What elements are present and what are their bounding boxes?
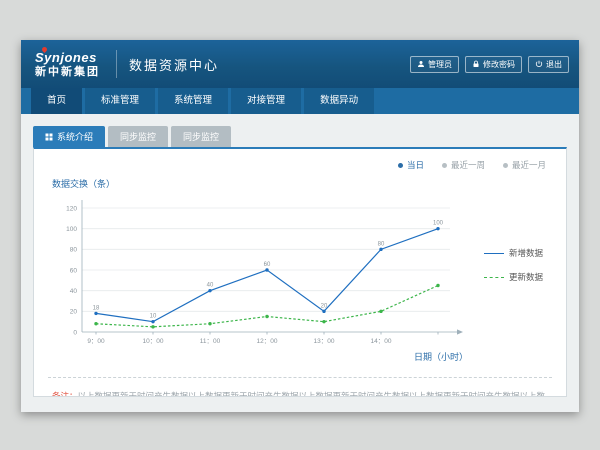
svg-text:40: 40 — [70, 288, 78, 295]
nav-item-connect-mgmt[interactable]: 对接管理 — [231, 88, 301, 114]
nav-item-standard-mgmt[interactable]: 标准管理 — [85, 88, 155, 114]
period-filter-legend: 当日 最近一周 最近一月 — [398, 159, 546, 171]
chart-row: 0 20 40 60 80 100 120 9：00 10：00 11：00 12：00 13：00 1… — [48, 192, 552, 362]
svg-text:10：00: 10：00 — [143, 338, 164, 345]
chart-panel: 当日 最近一周 最近一月 数据交换（条） 0 20 40 60 80 100 120 9：00… — [33, 147, 567, 397]
user-label: 管理员 — [428, 59, 452, 70]
header-actions: 管理员 修改密码 退出 — [410, 56, 569, 73]
content-area: 系统介绍 同步监控 同步监控 当日 最近一周 — [21, 114, 579, 397]
series-label: 更新数据 — [509, 271, 543, 283]
filter-label: 最近一周 — [451, 159, 485, 171]
tab-label: 同步监控 — [120, 130, 156, 143]
series-legend: 新增数据 更新数据 — [484, 247, 543, 283]
dot-icon — [398, 163, 403, 168]
line-chart: 0 20 40 60 80 100 120 9：00 10：00 11：00 12：00 13：00 1… — [48, 192, 476, 362]
user-button[interactable]: 管理员 — [410, 56, 459, 73]
filter-last-week[interactable]: 最近一周 — [442, 159, 485, 171]
nav-item-data-change[interactable]: 数据异动 — [304, 88, 374, 114]
svg-text:80: 80 — [70, 247, 78, 254]
footnote: 备注：以上数据更新于时间产生数据以上数据更新于时间产生数据以上数据更新于时间产生… — [48, 378, 552, 397]
legend-new-data: 新增数据 — [484, 247, 543, 259]
filter-today[interactable]: 当日 — [398, 159, 424, 171]
tab-label: 同步监控 — [183, 130, 219, 143]
filter-label: 最近一月 — [512, 159, 546, 171]
logout-icon — [535, 60, 543, 68]
app-header: Synjones 新中新集团 数据资源中心 管理员 修改密码 退出 — [21, 40, 579, 88]
y-axis-title: 数据交换（条） — [52, 177, 552, 190]
tab-system-intro[interactable]: 系统介绍 — [33, 126, 105, 147]
svg-text:100: 100 — [433, 221, 444, 227]
tab-bar: 系统介绍 同步监控 同步监控 — [33, 126, 567, 147]
dashed-line-icon — [484, 277, 504, 278]
logout-label: 退出 — [546, 59, 562, 70]
change-password-button[interactable]: 修改密码 — [465, 56, 522, 73]
svg-text:120: 120 — [66, 205, 77, 212]
svg-text:40: 40 — [207, 283, 214, 289]
svg-text:0: 0 — [73, 329, 77, 336]
user-icon — [417, 60, 425, 68]
page-title: 数据资源中心 — [129, 55, 219, 74]
header-divider — [116, 50, 117, 78]
svg-text:10: 10 — [150, 314, 157, 320]
logout-button[interactable]: 退出 — [528, 56, 569, 73]
svg-text:60: 60 — [70, 267, 78, 274]
tab-sync-monitor-1[interactable]: 同步监控 — [108, 126, 168, 147]
solid-line-icon — [484, 253, 504, 254]
svg-text:80: 80 — [378, 241, 385, 247]
svg-text:13：00: 13：00 — [314, 338, 335, 345]
svg-text:12：00: 12：00 — [257, 338, 278, 345]
svg-text:100: 100 — [66, 226, 77, 233]
series-label: 新增数据 — [509, 247, 543, 259]
footnote-label: 备注： — [52, 391, 78, 397]
app-window: Synjones 新中新集团 数据资源中心 管理员 修改密码 退出 首页 标准管… — [21, 40, 579, 412]
grid-icon — [45, 133, 53, 141]
lock-icon — [472, 60, 480, 68]
svg-text:20: 20 — [70, 309, 78, 316]
logo-subtext: 新中新集团 — [35, 67, 100, 78]
dot-icon — [442, 163, 447, 168]
svg-text:18: 18 — [93, 305, 100, 311]
main-nav: 首页 标准管理 系统管理 对接管理 数据异动 — [21, 88, 579, 114]
change-password-label: 修改密码 — [483, 59, 515, 70]
svg-text:20: 20 — [321, 303, 328, 309]
tab-sync-monitor-2[interactable]: 同步监控 — [171, 126, 231, 147]
footnote-text: 以上数据更新于时间产生数据以上数据更新于时间产生数据以上数据更新于时间产生数据以… — [52, 391, 545, 397]
svg-text:60: 60 — [264, 262, 271, 268]
legend-updated-data: 更新数据 — [484, 271, 543, 283]
tab-label: 系统介绍 — [57, 130, 93, 143]
nav-item-system-mgmt[interactable]: 系统管理 — [158, 88, 228, 114]
nav-item-home[interactable]: 首页 — [31, 88, 82, 114]
dot-icon — [503, 163, 508, 168]
svg-text:11：00: 11：00 — [200, 338, 221, 345]
svg-text:9：00: 9：00 — [87, 338, 105, 345]
svg-text:14：00: 14：00 — [371, 338, 392, 345]
logo: Synjones 新中新集团 — [31, 51, 104, 78]
filter-label: 当日 — [407, 159, 424, 171]
filter-last-month[interactable]: 最近一月 — [503, 159, 546, 171]
